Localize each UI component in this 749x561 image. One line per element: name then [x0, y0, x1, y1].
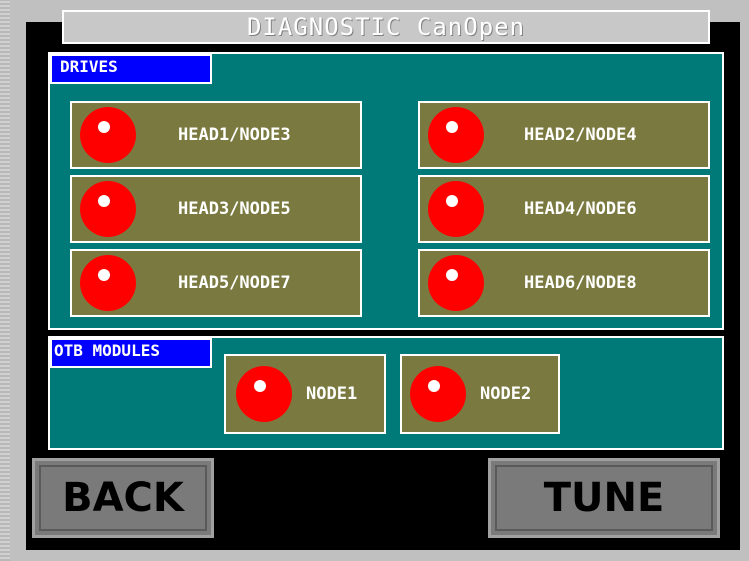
tune-button-label: TUNE [543, 475, 665, 521]
otb-node-button[interactable]: NODE2 [400, 354, 560, 434]
status-lamp-icon [236, 366, 292, 422]
back-button-label: BACK [62, 475, 184, 521]
otb-modules-label: OTB MODULES [50, 338, 212, 368]
drive-node-button[interactable]: HEAD3/NODE5 [70, 175, 362, 243]
back-button[interactable]: BACK [32, 458, 214, 538]
node-label: HEAD3/NODE5 [178, 199, 291, 219]
status-lamp-icon [80, 107, 136, 163]
node-label: HEAD5/NODE7 [178, 273, 291, 293]
drive-node-button[interactable]: HEAD5/NODE7 [70, 249, 362, 317]
drive-node-button[interactable]: HEAD2/NODE4 [418, 101, 710, 169]
page-title: DIAGNOSTIC CanOpen [62, 10, 710, 44]
node-label: NODE1 [306, 384, 358, 404]
node-label: HEAD4/NODE6 [524, 199, 637, 219]
drive-node-button[interactable]: HEAD1/NODE3 [70, 101, 362, 169]
status-lamp-icon [80, 181, 136, 237]
drive-node-button[interactable]: HEAD6/NODE8 [418, 249, 710, 317]
window-edge [0, 0, 10, 561]
node-label: HEAD6/NODE8 [524, 273, 637, 293]
node-label: HEAD2/NODE4 [524, 125, 637, 145]
otb-modules-panel: OTB MODULES [48, 336, 724, 450]
otb-node-button[interactable]: NODE1 [224, 354, 386, 434]
drives-label: DRIVES [50, 54, 212, 84]
drive-node-button[interactable]: HEAD4/NODE6 [418, 175, 710, 243]
status-lamp-icon [80, 255, 136, 311]
status-lamp-icon [428, 107, 484, 163]
status-lamp-icon [428, 255, 484, 311]
node-label: HEAD1/NODE3 [178, 125, 291, 145]
node-label: NODE2 [480, 384, 532, 404]
tune-button[interactable]: TUNE [488, 458, 720, 538]
status-lamp-icon [428, 181, 484, 237]
status-lamp-icon [410, 366, 466, 422]
